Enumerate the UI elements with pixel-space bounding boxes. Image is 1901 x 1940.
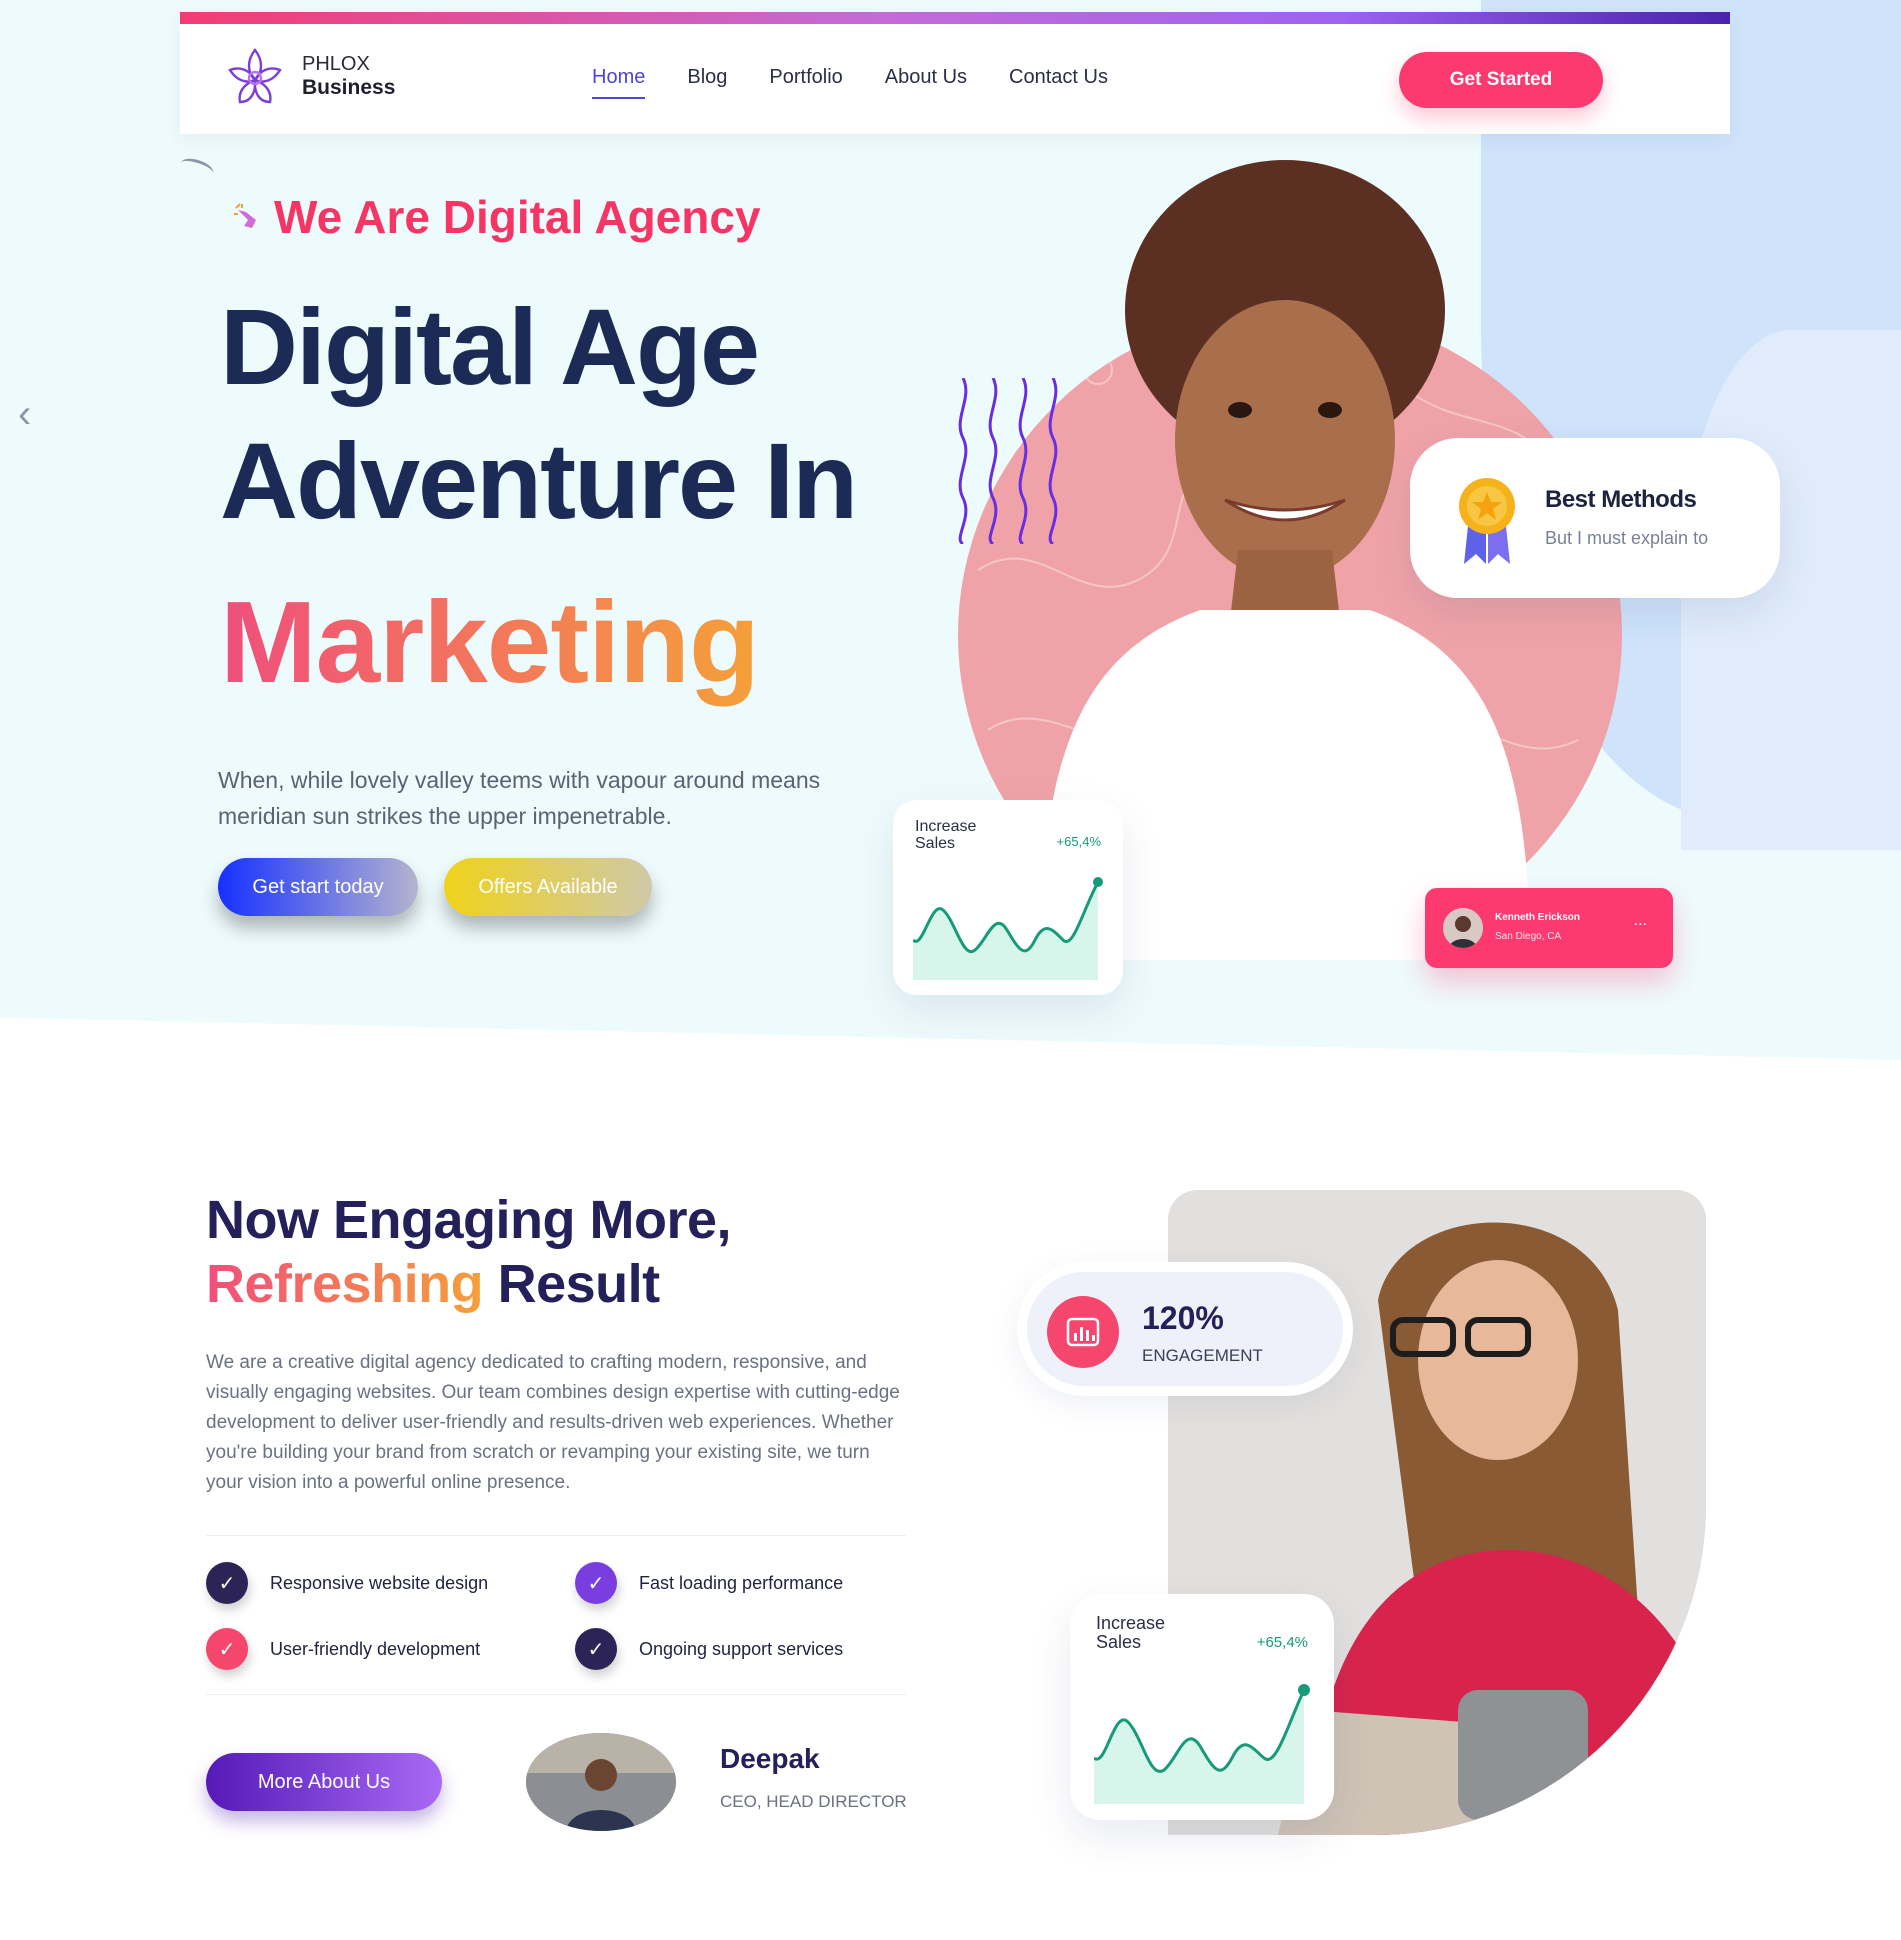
ceo-name: Deepak bbox=[720, 1743, 820, 1774]
check-icon: ✓ bbox=[206, 1562, 248, 1604]
more-options-icon[interactable]: ... bbox=[1634, 912, 1647, 930]
nav-item-blog[interactable]: Blog bbox=[687, 66, 727, 99]
engagement-value: 120% bbox=[1142, 1300, 1224, 1336]
profile-name: Kenneth Erickson bbox=[1495, 912, 1581, 923]
feature-label: Responsive website design bbox=[270, 1572, 489, 1593]
hero-title-line2: Adventure In bbox=[220, 420, 858, 541]
hero-description: When, while lovely valley teems with vap… bbox=[218, 767, 821, 829]
best-methods-title: Best Methods bbox=[1545, 486, 1697, 513]
feature-item: ✓ Ongoing support services bbox=[575, 1628, 843, 1670]
hero-eyebrow: We Are Digital Agency bbox=[232, 190, 761, 244]
best-methods-card: Best Methods But I must explain to bbox=[1410, 438, 1780, 598]
nav-item-about-us[interactable]: About Us bbox=[885, 66, 967, 99]
hero-title-line1: Digital Age bbox=[220, 286, 760, 407]
sales-card-delta: +65,4% bbox=[1256, 1634, 1308, 1651]
ceo-role: CEO, HEAD DIRECTOR bbox=[720, 1792, 907, 1811]
more-about-us-button[interactable]: More About Us bbox=[206, 1753, 442, 1811]
lotus-logo-icon bbox=[228, 48, 282, 104]
increase-sales-card: Increase Sales +65,4% bbox=[893, 800, 1123, 995]
sparkle-icon bbox=[234, 203, 256, 228]
top-navbar: PHLOX Business Home Blog Portfolio About… bbox=[180, 12, 1730, 134]
feature-label: User-friendly development bbox=[270, 1638, 481, 1659]
divider bbox=[206, 1535, 906, 1536]
get-started-button[interactable]: Get Started bbox=[1399, 52, 1603, 108]
about-title-line1: Now Engaging More, bbox=[206, 1190, 732, 1250]
offers-available-button[interactable]: Offers Available bbox=[444, 858, 652, 916]
brand-name-line1: PHLOX bbox=[302, 53, 370, 76]
ceo-avatar bbox=[526, 1733, 676, 1831]
check-icon: ✓ bbox=[206, 1628, 248, 1670]
medal-icon bbox=[1459, 478, 1515, 564]
about-title: Now Engaging More, Refreshing Result bbox=[206, 1188, 732, 1316]
sales-card-label: Increase Sales bbox=[1096, 1613, 1166, 1652]
nav-item-contact-us[interactable]: Contact Us bbox=[1009, 66, 1108, 99]
brand-name-line2: Business bbox=[302, 76, 396, 100]
engagement-label: ENGAGEMENT bbox=[1142, 1346, 1263, 1365]
engagement-stat: 120% ENGAGEMENT bbox=[1017, 1262, 1353, 1396]
divider bbox=[206, 1694, 906, 1695]
feature-item: ✓ Responsive website design bbox=[206, 1562, 488, 1604]
main-nav: Home Blog Portfolio About Us Contact Us bbox=[592, 66, 1108, 99]
nav-item-home[interactable]: Home bbox=[592, 66, 646, 99]
sales-card-label: Increase Sales bbox=[915, 818, 977, 852]
profile-location: San Diego, CA bbox=[1495, 931, 1562, 942]
best-methods-subtitle: But I must explain to bbox=[1545, 528, 1709, 548]
sales-sparkline bbox=[913, 877, 1103, 980]
check-icon: ✓ bbox=[575, 1562, 617, 1604]
hero-title-accent: Marketing bbox=[220, 577, 760, 707]
chevron-left-icon: ‹ bbox=[18, 392, 32, 436]
check-icon: ✓ bbox=[575, 1628, 617, 1670]
profile-chip[interactable]: Kenneth Erickson San Diego, CA ... bbox=[1425, 888, 1673, 968]
about-description: We are a creative digital agency dedicat… bbox=[206, 1352, 900, 1493]
about-title-rest: Result bbox=[483, 1254, 661, 1314]
nav-item-portfolio[interactable]: Portfolio bbox=[769, 66, 842, 99]
feature-item: ✓ Fast loading performance bbox=[575, 1562, 843, 1604]
increase-sales-card: Increase Sales +65,4% bbox=[1070, 1594, 1334, 1820]
hero-title: Digital Age Adventure In bbox=[220, 280, 858, 548]
avatar bbox=[1443, 908, 1483, 948]
get-start-today-button[interactable]: Get start today bbox=[218, 858, 418, 916]
wave-lines-decoration bbox=[958, 378, 1058, 544]
sales-card-delta: +65,4% bbox=[1056, 834, 1101, 849]
brand-logo[interactable]: PHLOX Business bbox=[220, 42, 395, 112]
hero-eyebrow-text: We Are Digital Agency bbox=[274, 191, 761, 243]
bar-chart-icon bbox=[1047, 1296, 1119, 1368]
sales-sparkline bbox=[1094, 1684, 1310, 1804]
feature-label: Ongoing support services bbox=[639, 1638, 844, 1659]
about-title-highlight: Refreshing bbox=[206, 1254, 484, 1314]
feature-label: Fast loading performance bbox=[639, 1572, 844, 1593]
feature-item: ✓ User-friendly development bbox=[206, 1628, 480, 1670]
